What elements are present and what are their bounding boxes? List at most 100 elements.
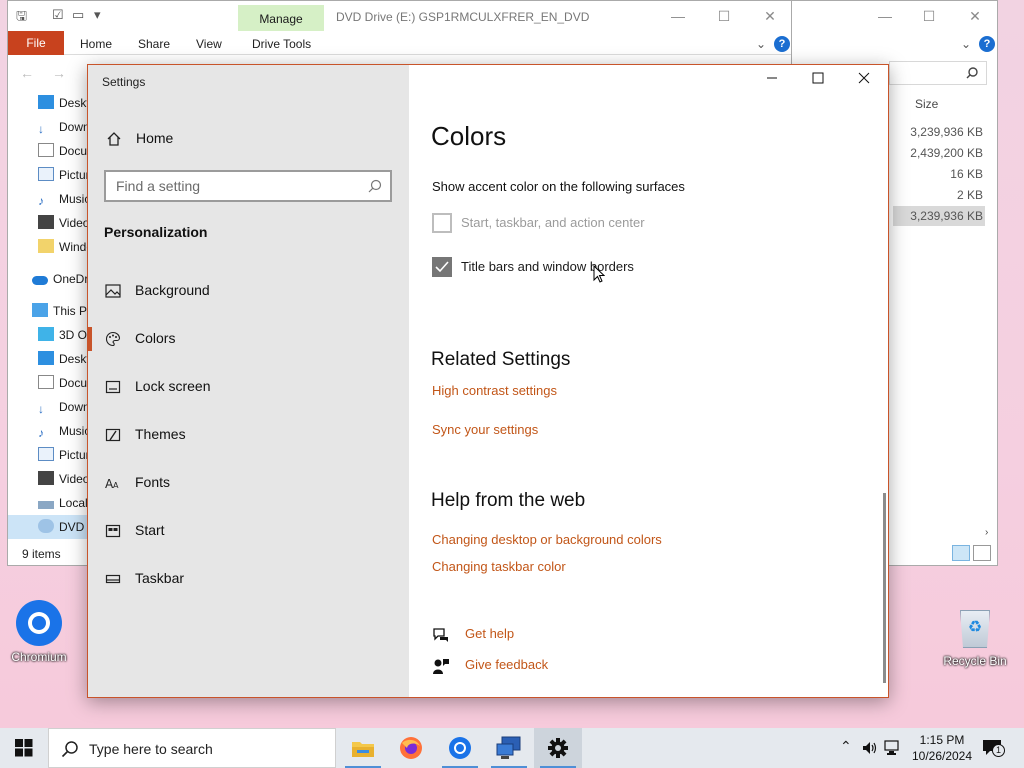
nav-item-taskbar[interactable]: Taskbar — [88, 559, 409, 599]
taskbar-clock[interactable]: 1:15 PM 10/26/2024 — [906, 732, 978, 764]
customize-qat-icon[interactable]: ▾ — [94, 7, 101, 23]
3d-objects-icon — [38, 327, 54, 341]
desktop-icon-recycle-bin[interactable]: ♻ Recycle Bin — [940, 604, 1010, 668]
tab-file[interactable]: File — [8, 31, 64, 55]
home-icon — [107, 132, 121, 146]
maximize-button[interactable] — [803, 71, 833, 93]
help-link-background-colors[interactable]: Changing desktop or background colors — [432, 532, 662, 547]
search-input[interactable] — [889, 61, 987, 85]
properties-icon[interactable]: ☑ — [52, 7, 64, 23]
chevron-down-icon[interactable]: ⌄ — [961, 37, 971, 51]
search-icon — [61, 741, 78, 758]
page-title: Colors — [431, 121, 507, 151]
scroll-right-arrow[interactable]: › — [985, 527, 988, 538]
size-cell-selected: 3,239,936 KB — [893, 206, 985, 226]
nav-item-start[interactable]: Start — [88, 511, 409, 551]
show-hidden-icons-chevron-icon[interactable]: ⌃ — [840, 738, 852, 755]
picture-icon — [105, 284, 121, 298]
maximize-button[interactable]: ☐ — [917, 5, 941, 27]
minimize-button[interactable]: — — [666, 5, 690, 27]
minimize-button[interactable]: — — [873, 5, 897, 27]
size-cell: 2 KB — [956, 188, 983, 202]
volume-icon[interactable] — [862, 740, 878, 756]
size-cell: 2,439,200 KB — [910, 146, 983, 160]
checkmark-icon — [435, 261, 449, 273]
help-link-taskbar-color[interactable]: Changing taskbar color — [432, 559, 566, 574]
large-icons-view-icon[interactable] — [973, 545, 991, 561]
drive-icon: 🖫 — [16, 8, 28, 23]
vertical-scrollbar[interactable] — [883, 493, 886, 683]
svg-text:A: A — [113, 481, 119, 490]
music-icon: ♪ — [38, 194, 44, 208]
new-folder-icon[interactable]: ▭ — [72, 7, 84, 23]
nav-item-fonts[interactable]: A A Fonts — [88, 463, 409, 503]
settings-window[interactable]: Settings Home Find a setting Personaliza… — [87, 64, 889, 698]
palette-icon — [105, 331, 121, 347]
checkbox-label: Start, taskbar, and action center — [461, 215, 645, 230]
taskbar-firefox[interactable] — [387, 728, 435, 768]
back-arrow-icon[interactable]: ← — [20, 65, 34, 81]
give-feedback-label: Give feedback — [465, 657, 549, 672]
minimize-button[interactable] — [757, 71, 787, 93]
taskbar-remote-desktop[interactable] — [485, 728, 533, 768]
checkbox-box[interactable] — [432, 213, 452, 233]
nav-item-background[interactable]: Background — [88, 271, 409, 311]
help-icon[interactable]: ? — [774, 36, 790, 52]
chat-help-icon — [433, 628, 448, 642]
navigation-pane[interactable]: Desktop ↓Downloads Documents Pictures ♪M… — [8, 87, 98, 539]
close-button[interactable]: ✕ — [758, 5, 782, 27]
details-view-icon[interactable] — [952, 545, 970, 561]
tree-item-selected[interactable]: DVD Drive — [8, 515, 90, 539]
start-button[interactable] — [0, 728, 48, 768]
folder-icon — [38, 239, 54, 253]
tree-item[interactable]: OneDrive — [32, 267, 92, 291]
column-header-size[interactable]: Size — [915, 97, 938, 111]
checkbox-label: Title bars and window borders — [461, 259, 634, 274]
title-bar[interactable]: — ☐ ✕ — [789, 1, 997, 31]
find-setting-input[interactable]: Find a setting — [104, 170, 392, 202]
file-explorer-icon — [352, 742, 374, 757]
nav-item-themes[interactable]: Themes — [88, 415, 409, 455]
tree-item[interactable]: This PC — [32, 299, 92, 323]
tab-share[interactable]: Share — [138, 37, 170, 51]
local-disk-icon — [38, 501, 54, 509]
documents-icon — [38, 143, 54, 157]
network-icon[interactable] — [884, 740, 902, 756]
desktop-icon-chromium[interactable]: Chromium — [4, 600, 74, 664]
taskbar-file-explorer[interactable] — [339, 728, 387, 768]
chromium-icon — [16, 600, 62, 646]
checkbox-box-checked[interactable] — [432, 257, 452, 277]
taskbar-settings[interactable] — [534, 728, 582, 768]
high-contrast-link[interactable]: High contrast settings — [432, 383, 557, 398]
action-center-button[interactable]: 1 — [982, 738, 1005, 758]
tab-home[interactable]: Home — [80, 37, 112, 51]
view-toggle[interactable] — [949, 545, 991, 564]
close-button[interactable]: ✕ — [963, 5, 987, 27]
close-button[interactable] — [849, 71, 879, 93]
home-label: Home — [136, 130, 174, 146]
nav-label: Fonts — [135, 474, 171, 490]
size-cell: 16 KB — [950, 167, 983, 181]
nav-label: Themes — [135, 426, 186, 442]
nav-item-colors[interactable]: Colors — [88, 319, 409, 359]
nav-item-lock-screen[interactable]: Lock screen — [88, 367, 409, 407]
nav-label: Taskbar — [135, 570, 185, 586]
windows-logo-icon — [15, 739, 33, 757]
clock-date: 10/26/2024 — [911, 749, 973, 763]
tab-view[interactable]: View — [196, 37, 222, 51]
help-icon[interactable]: ? — [979, 36, 995, 52]
title-bar[interactable]: 🖫 ☑ ▭ ▾ DVD Drive (E:) GSP1RMCULXFRER_EN… — [8, 1, 791, 31]
forward-arrow-icon[interactable]: → — [52, 65, 66, 81]
sync-settings-link[interactable]: Sync your settings — [432, 422, 538, 437]
maximize-button[interactable]: ☐ — [712, 5, 736, 27]
settings-content: Colors Show accent color on the followin… — [409, 65, 888, 697]
nav-label: Background — [135, 282, 210, 298]
search-icon — [966, 67, 978, 79]
taskbar-chromium[interactable] — [436, 728, 484, 768]
tab-drive-tools[interactable]: Drive Tools — [252, 37, 311, 51]
mouse-cursor-icon — [593, 265, 605, 283]
surfaces-label: Show accent color on the following surfa… — [432, 179, 685, 194]
taskbar-search-box[interactable]: Type here to search — [48, 728, 336, 768]
chevron-down-icon[interactable]: ⌄ — [756, 37, 766, 51]
active-indicator — [88, 327, 92, 351]
